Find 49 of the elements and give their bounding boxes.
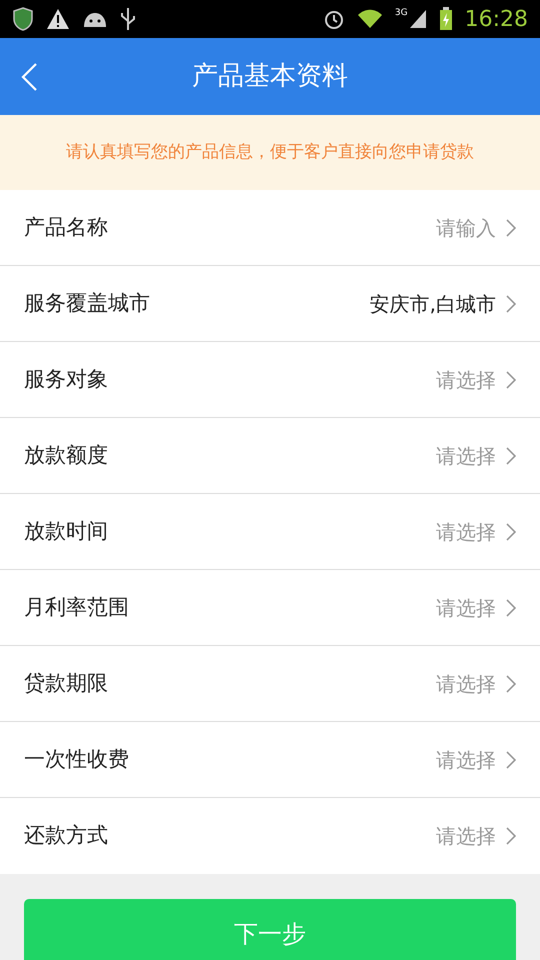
wifi-icon <box>356 9 383 29</box>
page-title: 产品基本资料 <box>192 60 348 93</box>
row-placeholder: 请选择 <box>436 366 496 394</box>
chevron-right-icon <box>506 446 516 464</box>
network-type: 3G <box>394 9 408 18</box>
chevron-right-icon <box>506 522 516 540</box>
chevron-right-icon <box>506 294 516 312</box>
row-label: 服务覆盖城市 <box>24 290 151 317</box>
form-row[interactable]: 服务覆盖城市 安庆市,白城市 <box>0 266 540 342</box>
row-label: 服务对象 <box>24 366 109 393</box>
chevron-right-icon <box>506 750 516 768</box>
row-placeholder: 请选择 <box>436 823 496 850</box>
form-row[interactable]: 放款额度 请选择 <box>0 418 540 494</box>
row-value: 安庆市,白城市 <box>370 290 496 318</box>
form-row[interactable]: 还款方式 请选择 <box>0 798 540 874</box>
chevron-right-icon <box>506 218 516 236</box>
row-label: 月利率范围 <box>24 594 130 621</box>
form-row[interactable]: 产品名称 请输入 <box>0 190 540 266</box>
notice-banner: 请认真填写您的产品信息，便于客户直接向您申请贷款 <box>0 115 540 190</box>
chevron-right-icon <box>506 598 516 616</box>
chevron-right-icon <box>506 674 516 692</box>
android-icon <box>82 10 108 28</box>
clock-time: 16:28 <box>464 6 528 34</box>
usb-icon <box>120 7 136 31</box>
row-placeholder: 请选择 <box>436 670 496 698</box>
row-placeholder: 请选择 <box>436 594 496 622</box>
row-label: 放款时间 <box>24 518 109 545</box>
form-row[interactable]: 月利率范围 请选择 <box>0 570 540 646</box>
row-placeholder: 请输入 <box>436 214 496 242</box>
warning-icon <box>46 8 70 30</box>
signal-icon <box>408 9 427 29</box>
form-row[interactable]: 服务对象 请选择 <box>0 342 540 418</box>
row-label: 一次性收费 <box>24 746 130 773</box>
chevron-right-icon <box>506 370 516 388</box>
battery-icon <box>438 7 453 31</box>
row-placeholder: 请选择 <box>436 746 496 774</box>
form-row[interactable]: 一次性收费 请选择 <box>0 722 540 798</box>
alarm-icon <box>322 8 345 30</box>
row-label: 贷款期限 <box>24 670 109 697</box>
row-label: 产品名称 <box>24 214 109 241</box>
chevron-right-icon <box>506 827 516 845</box>
back-icon <box>21 63 37 91</box>
row-placeholder: 请选择 <box>436 442 496 470</box>
form-row[interactable]: 贷款期限 请选择 <box>0 646 540 722</box>
form-row[interactable]: 放款时间 请选择 <box>0 494 540 570</box>
shield-icon <box>12 7 34 31</box>
row-label: 放款额度 <box>24 442 109 469</box>
row-placeholder: 请选择 <box>436 518 496 546</box>
row-label: 还款方式 <box>24 822 109 850</box>
